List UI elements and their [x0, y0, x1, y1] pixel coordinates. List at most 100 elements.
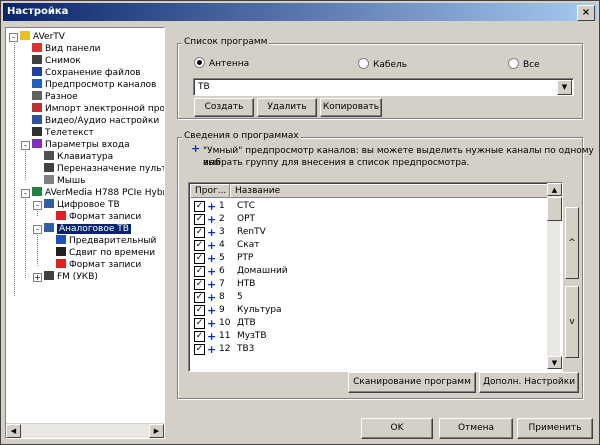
tree-item[interactable]: Формат записи	[56, 259, 141, 271]
collapse-toggle[interactable]: -	[33, 201, 42, 210]
channel-checkbox[interactable]: ✓	[194, 201, 205, 212]
scroll-thumb[interactable]	[547, 197, 562, 221]
avertv-icon	[20, 31, 30, 40]
tree-item[interactable]: Аналоговое ТВ	[44, 223, 131, 235]
channel-row[interactable]: ✓ +8 5	[191, 291, 546, 304]
tree-item-label: AVerMedia H788 PCIe Hybri	[45, 188, 165, 198]
channel-row[interactable]: ✓ +11 МузТВ	[191, 330, 546, 343]
scroll-left-button[interactable]: ◀	[6, 424, 21, 438]
tree-connector	[25, 194, 26, 278]
tree-item[interactable]: Мышь	[44, 175, 85, 187]
ok-button[interactable]: OK	[361, 418, 433, 439]
move-up-button[interactable]: ^	[565, 207, 579, 279]
move-down-button[interactable]: v	[565, 286, 579, 358]
channel-checkbox[interactable]: ✓	[194, 227, 205, 238]
channel-checkbox[interactable]: ✓	[194, 266, 205, 277]
channel-number: 10	[219, 318, 231, 328]
tree-item[interactable]: Сохранение файлов	[32, 67, 141, 79]
channel-list-scrollbar[interactable]: ▲ ▼	[547, 183, 562, 369]
collapse-toggle[interactable]: -	[21, 141, 30, 150]
channel-name: ТВ3	[237, 344, 255, 354]
tree-item-label: Формат записи	[69, 260, 142, 270]
tree-item[interactable]: Снимок	[32, 55, 81, 67]
tree-item[interactable]: Сдвиг по времени	[56, 247, 155, 259]
extra-settings-button[interactable]: Дополн. Настройки	[479, 372, 579, 393]
column-header-name[interactable]: Название	[230, 184, 548, 198]
channel-checkbox[interactable]: ✓	[194, 344, 205, 355]
column-header-number[interactable]: Прог...	[190, 184, 230, 198]
copy-button[interactable]: Копировать	[320, 98, 382, 117]
channel-row[interactable]: ✓ +9 Культура	[191, 304, 546, 317]
scroll-right-button[interactable]: ▶	[149, 424, 164, 438]
scroll-up-button[interactable]: ▲	[547, 183, 562, 196]
close-button[interactable]: ×	[577, 5, 595, 21]
camera-icon	[32, 55, 42, 64]
channel-row[interactable]: ✓ +6 Домашний	[191, 265, 546, 278]
tree-item[interactable]: AVerTV	[20, 31, 65, 43]
channel-row[interactable]: ✓ +2 ОРТ	[191, 213, 546, 226]
tree-item[interactable]: Формат записи	[56, 211, 141, 223]
channel-row[interactable]: ✓ +7 НТВ	[191, 278, 546, 291]
scan-programs-button[interactable]: Сканирование программ	[348, 372, 476, 393]
channel-checkbox[interactable]: ✓	[194, 292, 205, 303]
cable-radio[interactable]: Кабель	[358, 58, 407, 70]
channel-number: 8	[219, 292, 225, 302]
tree-item[interactable]: FM (УКВ)	[44, 271, 98, 283]
tree-item[interactable]: Видео/Аудио настройки	[32, 115, 159, 127]
tree-item-label: Разное	[45, 92, 78, 102]
channel-row[interactable]: ✓ +4 Скат	[191, 239, 546, 252]
channel-row[interactable]: ✓ +10 ДТВ	[191, 317, 546, 330]
channel-checkbox[interactable]: ✓	[194, 318, 205, 329]
settings-tree[interactable]: ◀ ▶ AVerTV - Вид панели Снимок Сохранение фа…	[5, 27, 165, 439]
tree-item[interactable]: Переназначение пульт	[44, 163, 165, 175]
tree-item[interactable]: Телетекст	[32, 127, 94, 139]
tree-item-label: Аналоговое ТВ	[57, 224, 131, 234]
tree-item[interactable]: Предпросмотр каналов	[32, 79, 156, 91]
channel-row[interactable]: ✓ +3 RenTV	[191, 226, 546, 239]
channel-checkbox[interactable]: ✓	[194, 214, 205, 225]
tree-item[interactable]: Предварительный	[56, 235, 156, 247]
tree-item-label: FM (УКВ)	[57, 272, 98, 282]
tree-horizontal-scrollbar[interactable]: ◀ ▶	[6, 423, 164, 438]
tree-item-label: Переназначение пульт	[57, 164, 165, 174]
channel-checkbox[interactable]: ✓	[194, 253, 205, 264]
channel-checkbox[interactable]: ✓	[194, 279, 205, 290]
channel-list[interactable]: Прог... Название ✓ +1 СТС ✓ +2 ОРТ ✓ +3 RenTV ✓ +4…	[188, 182, 563, 372]
channel-checkbox[interactable]: ✓	[194, 240, 205, 251]
channel-row[interactable]: ✓ +1 СТС	[191, 200, 546, 213]
antenna-radio[interactable]: Антенна	[194, 57, 249, 69]
collapse-toggle[interactable]: -	[33, 225, 42, 234]
channel-row[interactable]: ✓ +12 ТВ3	[191, 343, 546, 356]
tree-item[interactable]: AVerMedia H788 PCIe Hybri	[32, 187, 165, 199]
tree-item[interactable]: Клавиатура	[44, 151, 113, 163]
create-button[interactable]: Создать	[194, 98, 254, 117]
expand-toggle[interactable]: +	[33, 273, 42, 282]
channel-checkbox[interactable]: ✓	[194, 305, 205, 316]
tree-item[interactable]: Импорт электронной прог	[32, 103, 164, 115]
channel-number: 11	[219, 331, 231, 341]
scroll-down-button[interactable]: ▼	[547, 356, 562, 369]
channel-checkbox[interactable]: ✓	[194, 331, 205, 342]
tree-item-label: Сдвиг по времени	[69, 248, 156, 258]
title-bar: Настройка ×	[3, 3, 597, 21]
apply-button[interactable]: Применить	[517, 418, 593, 439]
delete-button[interactable]: Удалить	[257, 98, 317, 117]
tree-item[interactable]: Цифровое ТВ	[44, 199, 120, 211]
tree-item-label: Цифровое ТВ	[57, 200, 120, 210]
collapse-toggle[interactable]: -	[9, 33, 18, 42]
channel-name: СТС	[237, 201, 256, 211]
program-list-combo[interactable]: ТВ ▼	[193, 78, 574, 96]
analog-tv-icon	[44, 223, 54, 232]
program-info-title: Сведения о программах	[182, 131, 301, 141]
chevron-down-icon[interactable]: ▼	[557, 80, 572, 95]
channel-number: 1	[219, 201, 225, 211]
channel-row[interactable]: ✓ +5 РТР	[191, 252, 546, 265]
collapse-toggle[interactable]: -	[21, 189, 30, 198]
tree-item[interactable]: Разное	[32, 91, 78, 103]
plus-icon: +	[207, 317, 217, 330]
tree-item[interactable]: Параметры входа	[32, 139, 130, 151]
cancel-button[interactable]: Отмена	[439, 418, 513, 439]
tree-item[interactable]: Вид панели	[32, 43, 101, 55]
all-radio[interactable]: Все	[508, 58, 540, 70]
channel-number: 7	[219, 279, 225, 289]
